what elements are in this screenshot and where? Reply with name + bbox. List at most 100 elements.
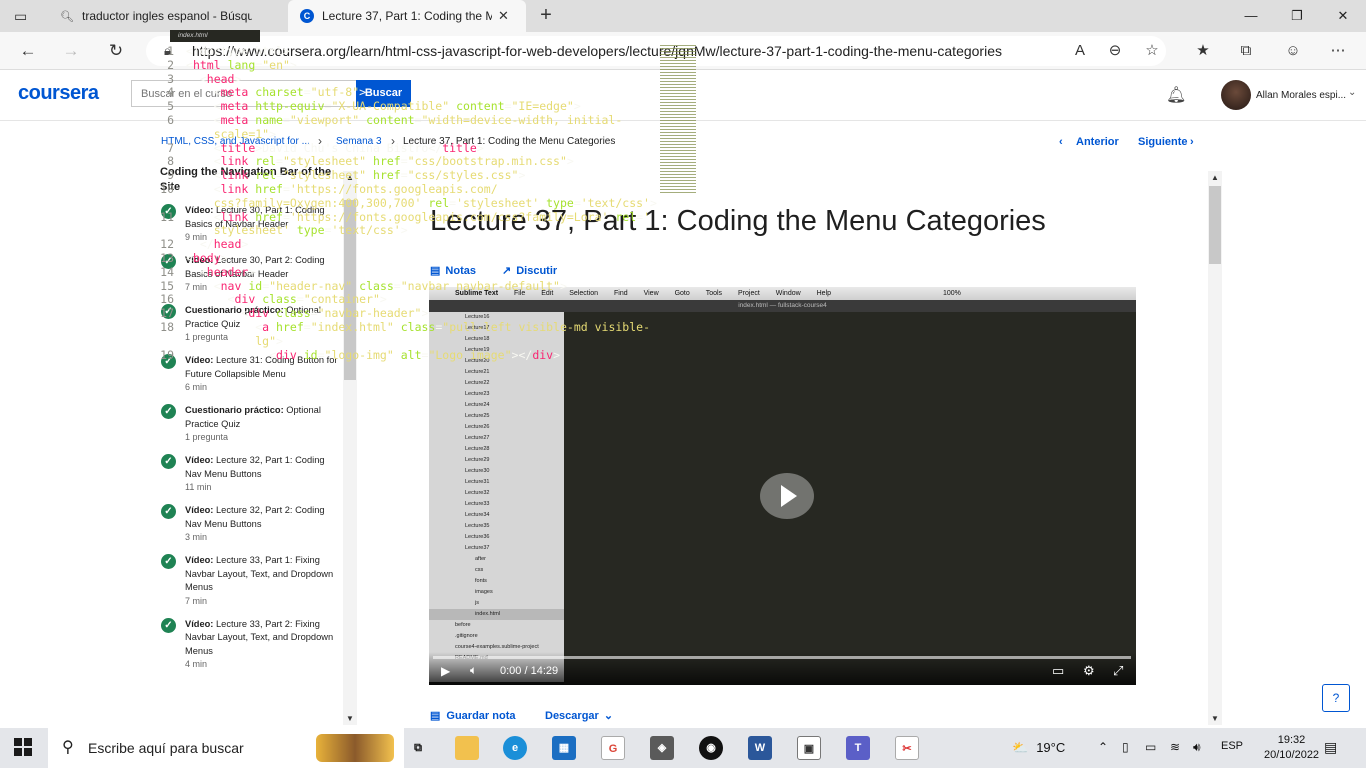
video-menu-item: Window xyxy=(775,290,801,297)
item-duration: 1 pregunta xyxy=(185,432,229,442)
tab-title: Lecture 37, Part 1: Coding the M xyxy=(322,9,492,23)
chrome-icon[interactable]: G xyxy=(601,736,625,760)
play-icon[interactable]: ▶ xyxy=(441,664,450,678)
favorites-icon[interactable]: ★ xyxy=(1190,38,1216,64)
item-type: Vídeo: xyxy=(185,455,214,465)
outline-item[interactable]: ✓ Vídeo: Lecture 33, Part 1: Fixing Navb… xyxy=(160,554,338,606)
video-editor xyxy=(564,312,1136,685)
teams-icon[interactable]: T xyxy=(846,736,870,760)
restore-icon[interactable]: ❐ xyxy=(1274,0,1320,32)
windows-start-icon[interactable] xyxy=(14,738,32,756)
item-duration: 3 min xyxy=(185,532,208,542)
chevron-down-icon[interactable]: ⌄ xyxy=(1348,87,1356,98)
task-view-icon[interactable]: ⧉ xyxy=(406,736,430,760)
video-tree-item: images xyxy=(475,589,493,595)
clock-time: 19:32 xyxy=(1277,734,1306,746)
file-explorer-icon[interactable] xyxy=(455,736,479,760)
new-tab-icon[interactable]: + xyxy=(534,4,558,28)
video-tree-item: Lecture25 xyxy=(465,413,490,419)
tab-actions-icon[interactable]: ▭ xyxy=(14,8,27,25)
video-code: 1 <!doctype html> 2 <html lang="en"> 3 <he… xyxy=(160,44,657,362)
help-button[interactable]: ? xyxy=(1322,684,1350,712)
cloud-sun-icon: ⛅ xyxy=(1012,740,1029,755)
speaker-icon[interactable]: 🔊︎ xyxy=(1193,740,1201,755)
video-tree-item: Lecture36 xyxy=(465,534,490,540)
tab-coursera[interactable]: C Lecture 37, Part 1: Coding the M ✕ xyxy=(288,0,526,32)
check-circle-icon: ✓ xyxy=(161,617,176,633)
profile-icon[interactable]: ☺ xyxy=(1280,38,1306,64)
notifications-icon[interactable]: ▤ xyxy=(1324,739,1337,756)
tray-device-icon[interactable]: ▯ xyxy=(1122,740,1129,754)
chevron-left-icon[interactable]: ‹ xyxy=(1059,136,1063,148)
previous-button[interactable]: Anterior xyxy=(1076,136,1119,148)
refresh-icon[interactable]: ↻ xyxy=(103,38,129,64)
notes-app-icon[interactable]: ▣ xyxy=(797,736,821,760)
add-favorite-icon[interactable]: ☆ xyxy=(1139,38,1165,64)
video-tree-item: Lecture29 xyxy=(465,457,490,463)
item-type: Vídeo: xyxy=(185,555,214,565)
store-icon[interactable]: ▦ xyxy=(552,736,576,760)
tab-search[interactable]: 🔍︎ traductor ingles espanol - Búsqu xyxy=(48,0,286,32)
search-icon: 🔍︎ xyxy=(60,10,74,23)
battery-icon[interactable]: ▭ xyxy=(1145,740,1156,754)
edge-icon[interactable]: e xyxy=(503,736,527,760)
avatar[interactable] xyxy=(1221,80,1251,110)
app-icon[interactable]: ◈ xyxy=(650,736,674,760)
read-aloud-icon[interactable]: A xyxy=(1067,38,1093,64)
outline-item[interactable]: ✓ Vídeo: Lecture 32, Part 2: Coding Nav … xyxy=(160,504,338,542)
outline-item[interactable]: ✓ Cuestionario práctico: Optional Practi… xyxy=(160,404,338,442)
video-tree-item: Lecture30 xyxy=(465,468,490,474)
scroll-down-icon[interactable]: ▼ xyxy=(1211,714,1219,723)
wifi-icon[interactable]: ≋ xyxy=(1170,740,1180,754)
video-tree-item: index.html xyxy=(429,609,564,620)
chevron-right-icon[interactable]: › xyxy=(1190,136,1194,148)
close-tab-icon[interactable]: ✕ xyxy=(498,8,509,24)
zoom-icon[interactable]: ⊖ xyxy=(1102,38,1128,64)
video-tree-item: before xyxy=(455,622,471,628)
settings-gear-icon[interactable]: ⚙ xyxy=(1083,663,1095,679)
clock[interactable]: 19:32 20/10/2022 xyxy=(1264,733,1319,763)
fullscreen-icon[interactable]: ⤢ xyxy=(1113,663,1123,679)
collections-icon[interactable]: ⧉ xyxy=(1233,38,1259,64)
forward-icon[interactable]: → xyxy=(58,38,84,64)
item-duration: 6 min xyxy=(185,382,208,392)
tray-chevron-up-icon[interactable]: ⌃ xyxy=(1098,740,1108,754)
video-tree-item: .gitignore xyxy=(455,633,478,639)
weather-widget[interactable]: ⛅ 19°C xyxy=(1012,740,1065,756)
search-highlight-image xyxy=(316,734,394,762)
item-duration: 11 min xyxy=(185,482,212,492)
outline-item[interactable]: ✓ Vídeo: Lecture 32, Part 1: Coding Nav … xyxy=(160,454,338,492)
github-icon[interactable]: ◉ xyxy=(699,736,723,760)
coursera-logo[interactable]: coursera xyxy=(18,82,99,105)
close-window-icon[interactable]: ✕ xyxy=(1320,0,1366,32)
settings-more-icon[interactable]: ⋯ xyxy=(1325,38,1351,64)
user-name[interactable]: Allan Morales espi... xyxy=(1256,90,1346,101)
big-play-icon[interactable] xyxy=(760,473,814,519)
item-duration: 7 min xyxy=(185,595,208,606)
video-progress-bar[interactable] xyxy=(433,656,1131,659)
scroll-up-icon[interactable]: ▲ xyxy=(1211,173,1219,182)
video-tree-item: Lecture37 xyxy=(465,545,490,551)
bell-icon[interactable]: 🔔︎ xyxy=(1166,85,1186,105)
scroll-down-icon[interactable]: ▼ xyxy=(346,714,354,723)
video-menu-item: Goto xyxy=(674,290,690,297)
volume-icon[interactable]: 🔈︎ xyxy=(470,663,477,678)
next-button[interactable]: Siguiente xyxy=(1138,136,1188,148)
back-icon[interactable]: ← xyxy=(15,38,41,64)
save-note-button[interactable]: ▤ Guardar nota xyxy=(430,709,515,722)
video-time: 0:00 / 14:29 xyxy=(500,665,559,677)
outline-item[interactable]: ✓ Vídeo: Lecture 33, Part 2: Fixing Navb… xyxy=(160,617,338,669)
video-tree-item: Lecture34 xyxy=(465,512,490,518)
video-editor-tab: index.html xyxy=(170,30,260,42)
video-menu-item: Tools xyxy=(705,290,723,297)
page-scrollbar-thumb[interactable] xyxy=(1209,186,1221,264)
check-circle-icon: ✓ xyxy=(161,454,176,469)
download-button[interactable]: Descargar ⌄ xyxy=(545,709,613,722)
minimize-icon[interactable]: — xyxy=(1228,0,1274,32)
language-indicator[interactable]: ESP xyxy=(1221,740,1243,752)
clock-date: 20/10/2022 xyxy=(1264,749,1320,761)
check-circle-icon: ✓ xyxy=(161,554,176,569)
snipping-tool-icon[interactable]: ✂ xyxy=(895,736,919,760)
word-icon[interactable]: W xyxy=(748,736,772,760)
captions-icon[interactable]: ▭ xyxy=(1052,663,1064,679)
